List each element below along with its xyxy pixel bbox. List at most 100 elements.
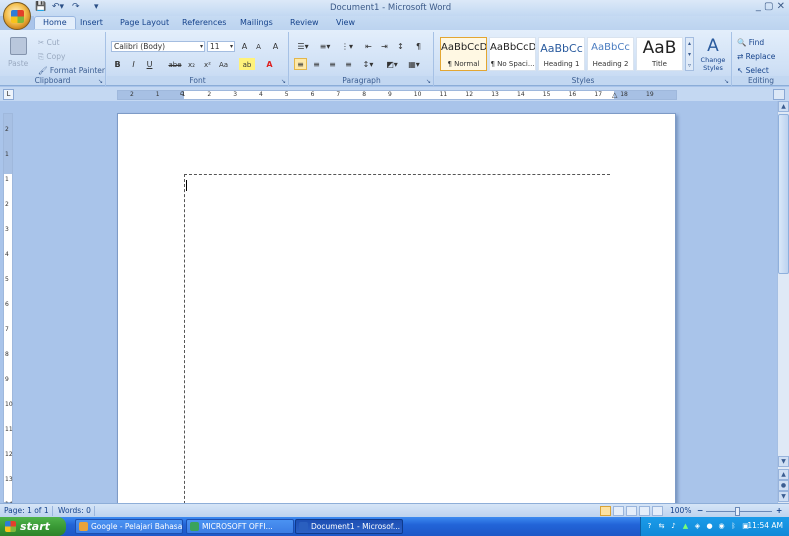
- copy-button[interactable]: ⎘ Copy: [38, 52, 65, 62]
- grow-font-button[interactable]: A: [238, 40, 251, 52]
- undo-icon[interactable]: ↶▾: [52, 2, 64, 14]
- taskbar-item-office[interactable]: MICROSOFT OFFI...: [186, 519, 294, 534]
- show-marks-button[interactable]: ¶: [412, 40, 425, 52]
- paste-button[interactable]: Paste: [8, 35, 30, 69]
- tab-review[interactable]: Review: [290, 18, 319, 27]
- speaker-icon[interactable]: ♪: [669, 522, 678, 531]
- styles-launcher-icon[interactable]: ↘: [724, 78, 729, 85]
- page-count[interactable]: Page: 1 of 1: [4, 506, 49, 515]
- antivirus-icon[interactable]: ●: [705, 522, 714, 531]
- full-screen-view-button[interactable]: [613, 506, 624, 516]
- scroll-up-button[interactable]: ▲: [778, 101, 789, 112]
- vertical-ruler[interactable]: 211234567891011121314: [3, 113, 13, 508]
- next-page-button[interactable]: ▼: [778, 491, 789, 502]
- shrink-font-button[interactable]: A: [252, 40, 265, 52]
- document-area[interactable]: [16, 101, 776, 503]
- style-heading-2[interactable]: AaBbCc Heading 2: [587, 37, 634, 71]
- superscript-button[interactable]: x²: [201, 58, 214, 70]
- font-size-select[interactable]: 11 ▾: [207, 41, 235, 52]
- tab-mailings[interactable]: Mailings: [240, 18, 273, 27]
- align-left-button[interactable]: ≡: [294, 58, 307, 70]
- numbering-button[interactable]: ≡▾: [316, 40, 334, 52]
- save-icon[interactable]: 💾: [35, 2, 46, 14]
- cut-button[interactable]: ✂ Cut: [38, 38, 60, 47]
- shield-icon[interactable]: ◈: [693, 522, 702, 531]
- horizontal-ruler[interactable]: 2 1 1 2 3 4 5 6 7 8 9 10 11 12 13 14 15 16 17 18 19 ⌂ △: [117, 89, 677, 100]
- tab-home[interactable]: Home: [34, 16, 76, 29]
- zoom-level[interactable]: 100%: [670, 506, 691, 515]
- tab-page-layout[interactable]: Page Layout: [120, 18, 169, 27]
- customize-qat-icon[interactable]: ▾: [94, 2, 99, 14]
- office-button[interactable]: [3, 2, 31, 30]
- tab-references[interactable]: References: [182, 18, 226, 27]
- replace-button[interactable]: ⇄ Replace: [737, 52, 775, 61]
- draft-view-button[interactable]: [652, 506, 663, 516]
- borders-button[interactable]: ▦▾: [406, 58, 422, 70]
- scroll-down-button[interactable]: ▼: [778, 456, 789, 467]
- style-normal[interactable]: AaBbCcDc ¶ Normal: [440, 37, 487, 71]
- align-right-button[interactable]: ≡: [326, 58, 339, 70]
- document-page[interactable]: [117, 113, 676, 503]
- previous-page-button[interactable]: ▲: [778, 469, 789, 480]
- update-icon[interactable]: ◉: [717, 522, 726, 531]
- underline-button[interactable]: U: [143, 58, 156, 70]
- style-heading-1[interactable]: AaBbCc Heading 1: [538, 37, 585, 71]
- justify-button[interactable]: ≡: [342, 58, 355, 70]
- zoom-in-button[interactable]: +: [776, 506, 782, 515]
- font-launcher-icon[interactable]: ↘: [281, 78, 286, 85]
- web-layout-view-button[interactable]: [626, 506, 637, 516]
- multilevel-list-button[interactable]: ⋮▾: [338, 40, 356, 52]
- clear-format-button[interactable]: A: [269, 40, 282, 52]
- increase-indent-button[interactable]: ⇥: [378, 40, 391, 52]
- font-name-select[interactable]: Calibri (Body) ▾: [111, 41, 205, 52]
- outline-view-button[interactable]: [639, 506, 650, 516]
- start-button[interactable]: start: [0, 517, 66, 536]
- style-title[interactable]: AaB Title: [636, 37, 683, 71]
- tab-view[interactable]: View: [336, 18, 355, 27]
- subscript-button[interactable]: x₂: [185, 58, 198, 70]
- alert-icon[interactable]: ▲: [681, 522, 690, 531]
- zoom-slider-thumb[interactable]: [735, 507, 740, 516]
- zoom-out-button[interactable]: −: [697, 506, 703, 515]
- browse-object-button[interactable]: ●: [778, 480, 789, 491]
- bullets-button[interactable]: ☰▾: [294, 40, 312, 52]
- line-spacing-button[interactable]: ↕▾: [360, 58, 376, 70]
- style-no-spacing[interactable]: AaBbCcDc ¶ No Spaci...: [489, 37, 536, 71]
- redo-icon[interactable]: ↷: [72, 2, 80, 14]
- styles-scroll[interactable]: ▴ ▾ ▿: [685, 37, 694, 71]
- window-controls[interactable]: _ ▢ ✕: [756, 1, 785, 12]
- view-ruler-button[interactable]: [773, 89, 785, 100]
- clock[interactable]: 11:54 AM: [747, 521, 783, 530]
- vertical-scrollbar[interactable]: ▲ ▼ ▲ ● ▼: [777, 101, 789, 503]
- format-painter-button[interactable]: 🖌 Format Painter: [38, 66, 105, 75]
- italic-button[interactable]: I: [127, 58, 140, 70]
- paragraph-launcher-icon[interactable]: ↘: [426, 78, 431, 85]
- clipboard-launcher-icon[interactable]: ↘: [98, 78, 103, 85]
- highlight-button[interactable]: ab: [239, 58, 255, 70]
- align-center-button[interactable]: ≡: [310, 58, 323, 70]
- taskbar-item-browser[interactable]: Google - Pelajari Bahasa...: [75, 519, 183, 534]
- bold-button[interactable]: B: [111, 58, 124, 70]
- scroll-thumb[interactable]: [778, 114, 789, 274]
- font-color-button[interactable]: A: [263, 58, 276, 70]
- word-count[interactable]: Words: 0: [58, 506, 91, 515]
- help-icon[interactable]: ?: [645, 522, 654, 531]
- shading-button[interactable]: ◩▾: [384, 58, 400, 70]
- font-group: Calibri (Body) ▾ 11 ▾ A A A B I U abe x₂ x…: [107, 32, 289, 86]
- print-layout-view-button[interactable]: [600, 506, 611, 516]
- taskbar-item-word[interactable]: Document1 - Microsof...: [295, 519, 403, 534]
- sort-button[interactable]: ↕: [394, 40, 407, 52]
- change-styles-button[interactable]: A Change Styles: [697, 36, 729, 74]
- decrease-indent-button[interactable]: ⇤: [362, 40, 375, 52]
- tab-insert[interactable]: Insert: [80, 18, 103, 27]
- right-indent-marker[interactable]: △: [612, 91, 617, 99]
- select-button[interactable]: ↖ Select: [737, 66, 769, 75]
- change-case-button[interactable]: Aa: [217, 58, 230, 70]
- network-icon[interactable]: ⇆: [657, 522, 666, 531]
- find-button[interactable]: 🔍 Find: [737, 38, 764, 47]
- strikethrough-button[interactable]: abe: [167, 58, 183, 70]
- font-label: Font: [107, 76, 288, 85]
- bluetooth-icon[interactable]: ᛒ: [729, 522, 738, 531]
- tab-selector[interactable]: L: [3, 89, 14, 100]
- indent-marker[interactable]: ⌂: [180, 89, 184, 97]
